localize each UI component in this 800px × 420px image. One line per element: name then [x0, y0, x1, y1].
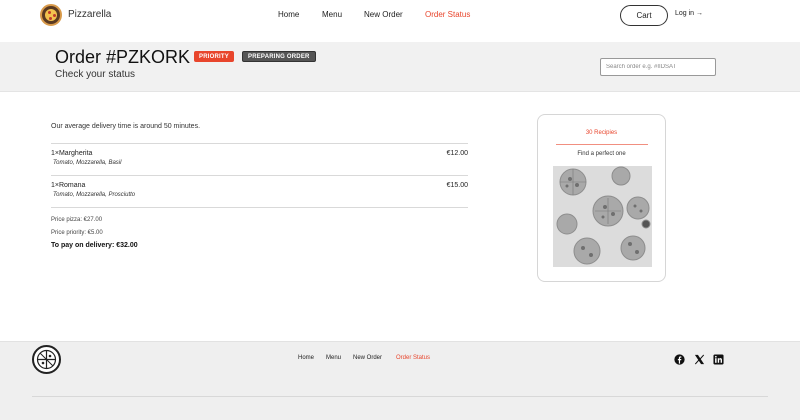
- item-price: €12.00: [446, 150, 468, 157]
- nav-menu-link[interactable]: Menu: [322, 10, 342, 19]
- delivery-eta-text: Our average delivery time is around 50 m…: [51, 123, 201, 130]
- recipes-card-subtitle: Find a perfect one: [577, 151, 626, 157]
- pizza-logo-icon[interactable]: [32, 345, 61, 374]
- total-to-pay: To pay on delivery: €32.00: [51, 242, 138, 249]
- nav-order-status-link[interactable]: Order Status: [425, 10, 470, 19]
- nav-new-order-link[interactable]: New Order: [364, 10, 403, 19]
- footer-menu-link[interactable]: Menu: [326, 355, 341, 361]
- site-header: Pizzarella Home Menu New Order Order Sta…: [0, 0, 800, 42]
- footer-new-order-link[interactable]: New Order: [353, 355, 382, 361]
- item-ingredients: Tomato, Mozzarella, Prosciutto: [53, 192, 136, 198]
- divider: [51, 207, 468, 208]
- divider: [556, 144, 648, 145]
- priority-badge: PRIORITY: [194, 51, 234, 62]
- order-search-input[interactable]: [600, 58, 716, 76]
- order-item: 1×Margherita Tomato, Mozzarella, Basil €…: [51, 150, 468, 176]
- nav-home-link[interactable]: Home: [278, 10, 299, 19]
- linkedin-icon[interactable]: [713, 354, 724, 365]
- site-footer: Home Menu New Order Order Status: [0, 341, 800, 420]
- recipes-card[interactable]: 30 Recipies Find a perfect one: [537, 114, 666, 282]
- pizzas-photo: [553, 166, 652, 267]
- order-title: Order #PZKORK: [55, 47, 191, 67]
- pizzas-photo-illustration: [553, 166, 652, 267]
- item-price: €15.00: [446, 182, 468, 189]
- page-subtitle: Check your status: [55, 69, 136, 80]
- divider: [51, 175, 468, 176]
- order-header-band: Order #PZKORK PRIORITY PREPARING ORDER C…: [0, 42, 800, 92]
- login-link[interactable]: Log in →: [675, 10, 703, 17]
- order-item: 1×Romana Tomato, Mozzarella, Prosciutto …: [51, 182, 468, 208]
- item-name: 1×Romana: [51, 182, 86, 189]
- price-pizza: Price pizza: €27.00: [51, 217, 103, 223]
- footer-home-link[interactable]: Home: [298, 355, 314, 361]
- divider: [32, 396, 768, 397]
- order-status-badge: PREPARING ORDER: [242, 51, 316, 62]
- pizza-logo-graphic: [36, 349, 57, 370]
- price-priority: Price priority: €5.00: [51, 230, 103, 236]
- recipes-card-title[interactable]: 30 Recipies: [538, 130, 665, 136]
- item-name: 1×Margherita: [51, 150, 93, 157]
- item-ingredients: Tomato, Mozzarella, Basil: [53, 160, 122, 166]
- divider: [51, 143, 468, 144]
- x-twitter-icon[interactable]: [694, 354, 705, 365]
- cart-button[interactable]: Cart: [620, 5, 668, 26]
- footer-order-status-link[interactable]: Order Status: [396, 355, 430, 361]
- facebook-icon[interactable]: [674, 354, 685, 365]
